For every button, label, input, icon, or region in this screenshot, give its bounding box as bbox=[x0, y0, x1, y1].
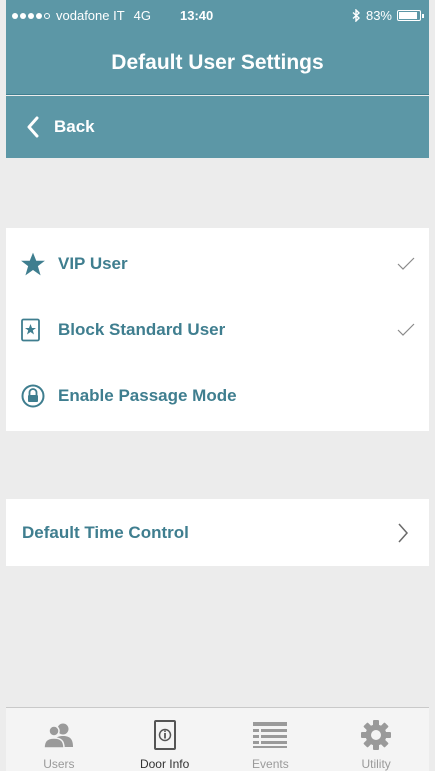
tab-bar: Users Door Info Events Utility bbox=[6, 707, 429, 771]
star-card-icon bbox=[20, 318, 42, 342]
default-time-control-row[interactable]: Default Time Control bbox=[6, 499, 429, 567]
battery-icon bbox=[397, 10, 424, 21]
lock-circle-icon bbox=[20, 383, 46, 409]
star-icon bbox=[20, 251, 46, 277]
tab-door-info[interactable]: Door Info bbox=[112, 708, 218, 771]
time-control-group: Default Time Control bbox=[6, 499, 429, 566]
network-type: 4G bbox=[133, 8, 151, 23]
tab-users[interactable]: Users bbox=[6, 708, 112, 771]
option-enable-passage-mode[interactable]: Enable Passage Mode bbox=[6, 362, 429, 430]
chevron-right-icon bbox=[397, 522, 409, 544]
option-block-standard-user[interactable]: Block Standard User bbox=[6, 296, 429, 364]
status-bar: vodafone IT 4G 13:40 83% bbox=[6, 0, 429, 30]
tab-label: Door Info bbox=[139, 757, 190, 771]
user-options-list: VIP User Block Standard User Enable Pass… bbox=[6, 228, 429, 431]
chevron-left-icon bbox=[26, 116, 40, 138]
tab-label: Utility bbox=[361, 757, 391, 771]
battery-percent: 83% bbox=[365, 8, 392, 23]
users-icon bbox=[42, 718, 76, 752]
page-title: Default User Settings bbox=[6, 30, 429, 95]
checkmark-icon bbox=[397, 323, 415, 337]
gear-icon bbox=[360, 718, 392, 752]
bluetooth-icon bbox=[352, 9, 360, 22]
checkmark-icon bbox=[397, 257, 415, 271]
back-button[interactable]: Back bbox=[6, 96, 429, 158]
tab-label: Users bbox=[43, 757, 75, 771]
option-label: VIP User bbox=[58, 254, 128, 273]
tab-events[interactable]: Events bbox=[218, 708, 324, 771]
time-control-label: Default Time Control bbox=[22, 523, 189, 542]
option-label: Enable Passage Mode bbox=[58, 386, 237, 405]
option-vip-user[interactable]: VIP User bbox=[6, 230, 429, 298]
option-label: Block Standard User bbox=[58, 320, 226, 339]
events-list-icon bbox=[252, 718, 288, 752]
tab-utility[interactable]: Utility bbox=[323, 708, 429, 771]
signal-strength-icon bbox=[12, 12, 50, 19]
app-screen: vodafone IT 4G 13:40 83% Default User Se… bbox=[6, 0, 429, 771]
back-label: Back bbox=[54, 117, 95, 136]
door-info-icon bbox=[153, 718, 177, 752]
clock: 13:40 bbox=[180, 8, 214, 23]
carrier-name: vodafone IT bbox=[56, 8, 125, 23]
tab-label: Events bbox=[252, 757, 289, 771]
